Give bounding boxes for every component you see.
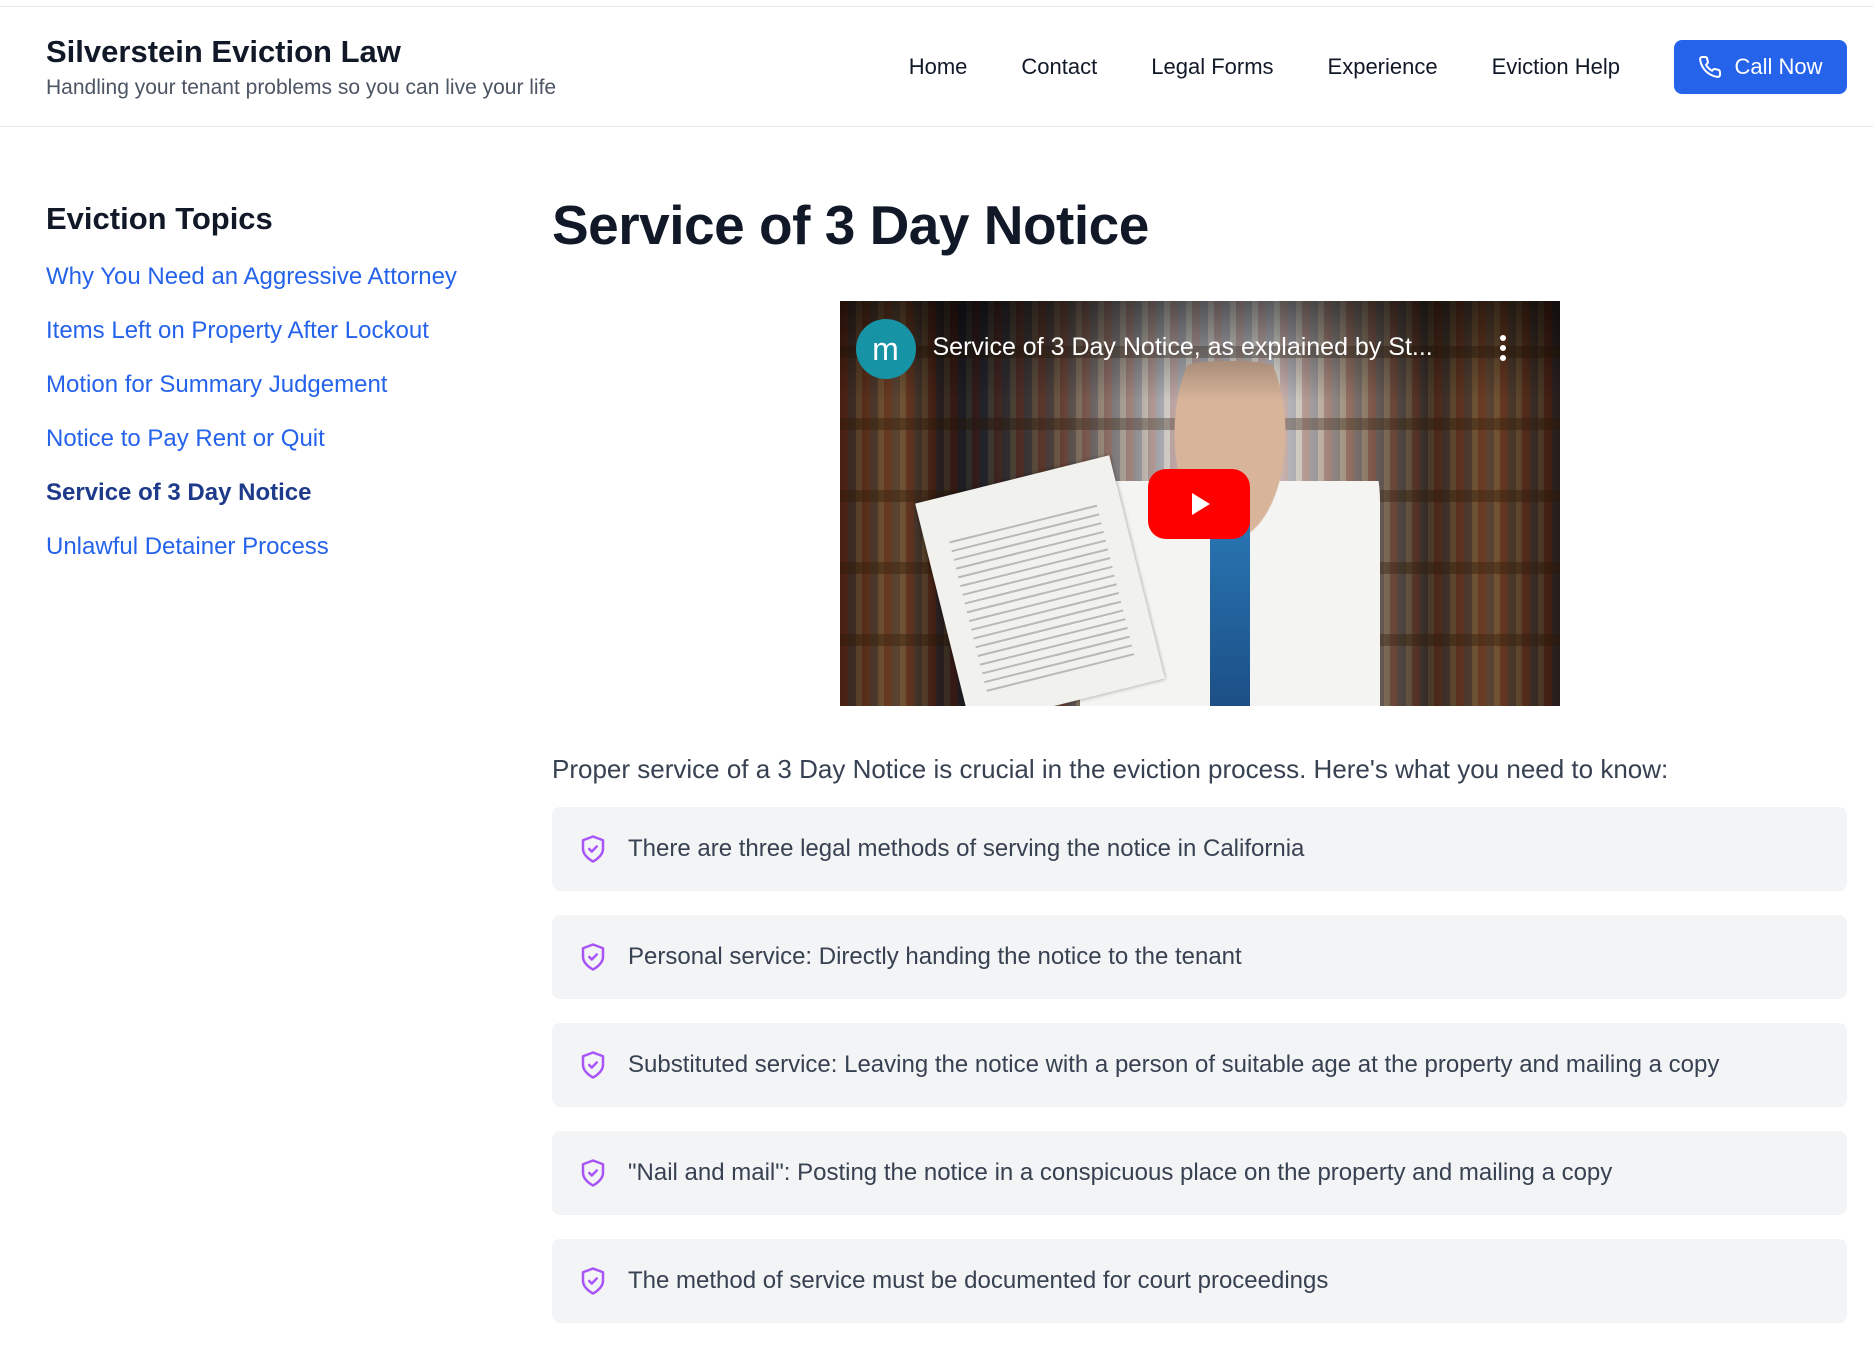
sidebar-heading: Eviction Topics — [46, 201, 273, 236]
point-text: The method of service must be documented… — [628, 1267, 1329, 1294]
sidebar-list: Why You Need an Aggressive Attorney Item… — [46, 259, 552, 565]
sidebar-item-items-left[interactable]: Items Left on Property After Lockout — [46, 313, 486, 349]
main-nav: Home Contact Legal Forms Experience Evic… — [855, 39, 1847, 94]
nav-contact[interactable]: Contact — [1021, 54, 1097, 80]
sidebar-item-service-3-day-notice[interactable]: Service of 3 Day Notice — [46, 475, 486, 511]
call-now-label: Call Now — [1734, 53, 1823, 79]
point-text: Personal service: Directly handing the n… — [628, 943, 1242, 970]
intro-text: Proper service of a 3 Day Notice is cruc… — [552, 754, 1669, 784]
shield-check-icon — [581, 943, 605, 971]
page-title: Service of 3 Day Notice — [552, 194, 1149, 256]
brand: Silverstein Eviction Law Handling your t… — [46, 34, 556, 100]
play-icon — [1191, 493, 1210, 515]
nav-home[interactable]: Home — [909, 54, 968, 80]
phone-icon — [1699, 55, 1722, 78]
sidebar-item-summary-judgement[interactable]: Motion for Summary Judgement — [46, 367, 486, 403]
list-item: There are three legal methods of serving… — [552, 807, 1847, 891]
shield-check-icon — [581, 835, 605, 863]
point-text: "Nail and mail": Posting the notice in a… — [628, 1159, 1613, 1186]
sidebar-item-pay-rent-or-quit[interactable]: Notice to Pay Rent or Quit — [46, 421, 486, 457]
list-item: The method of service must be documented… — [552, 1239, 1847, 1323]
video-container: m Service of 3 Day Notice, as explained … — [552, 301, 1847, 706]
kebab-menu-icon[interactable] — [1499, 335, 1508, 365]
list-item: Substituted service: Leaving the notice … — [552, 1023, 1847, 1107]
call-now-button[interactable]: Call Now — [1674, 39, 1847, 94]
main-content: Service of 3 Day Notice m Service of 3 D… — [552, 127, 1847, 1347]
shield-check-icon — [581, 1159, 605, 1187]
video-player[interactable]: m Service of 3 Day Notice, as explained … — [839, 301, 1560, 706]
sidebar-item-aggressive-attorney[interactable]: Why You Need an Aggressive Attorney — [46, 259, 486, 295]
channel-avatar[interactable]: m — [855, 319, 916, 379]
nav-experience[interactable]: Experience — [1328, 54, 1438, 80]
sidebar: Eviction Topics Why You Need an Aggressi… — [46, 127, 552, 1347]
shield-check-icon — [581, 1051, 605, 1079]
point-text: Substituted service: Leaving the notice … — [628, 1051, 1720, 1078]
video-title[interactable]: Service of 3 Day Notice, as explained by… — [933, 333, 1433, 362]
nav-legal-forms[interactable]: Legal Forms — [1151, 54, 1273, 80]
nav-eviction-help[interactable]: Eviction Help — [1492, 54, 1620, 80]
points-list: There are three legal methods of serving… — [552, 807, 1847, 1323]
sidebar-item-unlawful-detainer[interactable]: Unlawful Detainer Process — [46, 529, 486, 565]
site-tagline: Handling your tenant problems so you can… — [46, 75, 557, 99]
site-header: Silverstein Eviction Law Handling your t… — [0, 7, 1873, 127]
list-item: "Nail and mail": Posting the notice in a… — [552, 1131, 1847, 1215]
point-text: There are three legal methods of serving… — [628, 835, 1305, 862]
play-button[interactable] — [1147, 469, 1250, 539]
shield-check-icon — [581, 1267, 605, 1295]
top-border — [0, 0, 1873, 7]
site-title[interactable]: Silverstein Eviction Law — [46, 34, 556, 70]
page-layout: Eviction Topics Why You Need an Aggressi… — [0, 127, 1873, 1347]
list-item: Personal service: Directly handing the n… — [552, 915, 1847, 999]
